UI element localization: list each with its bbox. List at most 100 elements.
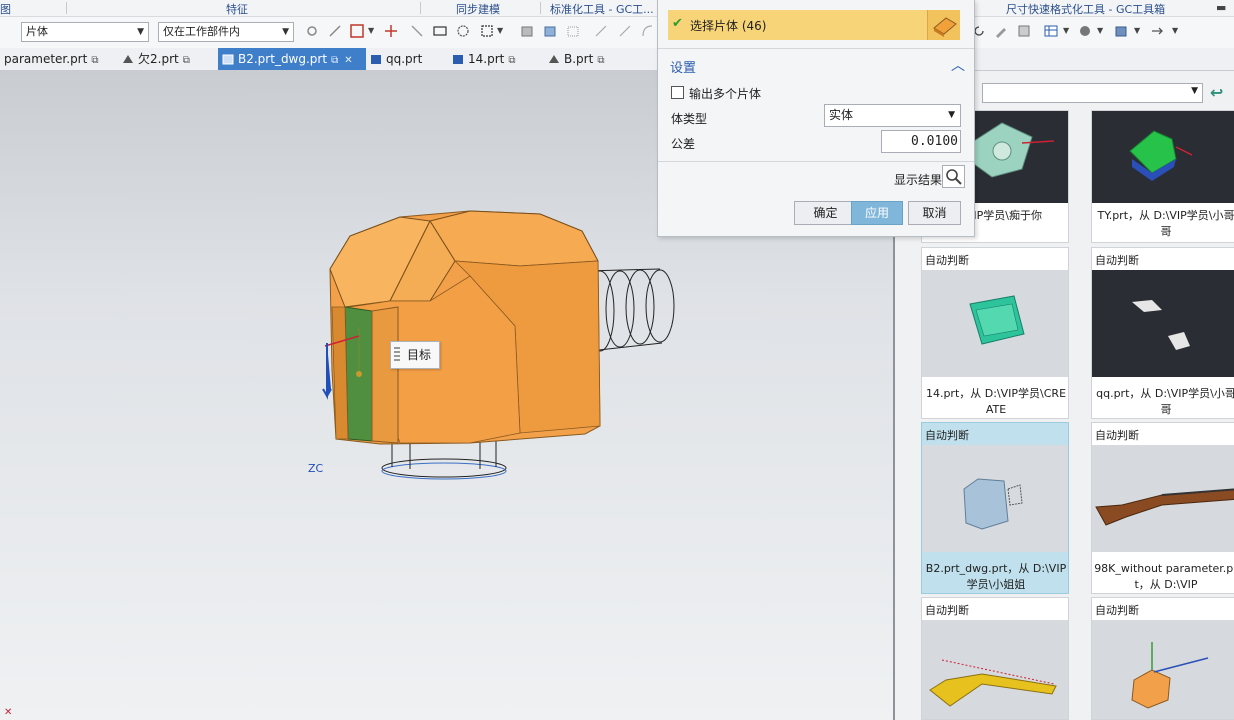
minimize-icon[interactable]: ▬ [1216, 1, 1226, 14]
select-all-icon[interactable] [410, 24, 424, 38]
ribbon-group-std-tools[interactable]: 标准化工具 - GC工... [550, 1, 654, 17]
chevron-down-icon[interactable]: ▼ [1134, 26, 1140, 35]
wireframe-icon[interactable] [566, 24, 580, 38]
chevron-up-icon[interactable]: ︿ [951, 55, 965, 75]
history-card[interactable]: 自动判断 qq.prt，从 D:\VIP学员\小哥哥 [1091, 247, 1234, 419]
history-card[interactable]: 自动判断 [921, 597, 1069, 720]
table-icon[interactable] [1044, 24, 1058, 38]
chevron-down-icon[interactable]: ▼ [497, 26, 503, 35]
scope-filter-select[interactable]: 仅在工作部件内 ▼ [158, 22, 294, 42]
chevron-down-icon: ▼ [282, 27, 289, 37]
chevron-down-icon[interactable]: ▼ [368, 26, 374, 35]
settings-section-title[interactable]: 设置 [670, 57, 696, 76]
face-rule-icon[interactable] [350, 24, 364, 38]
history-card[interactable]: TY.prt，从 D:\VIP学员\小哥哥 [1091, 110, 1234, 243]
back-arrow-icon[interactable]: ↩ [1210, 83, 1223, 102]
ribbon-separator [540, 2, 541, 14]
part-thumbnail [1092, 620, 1234, 719]
external-link-icon[interactable]: ⧉ [508, 55, 515, 66]
cube-icon[interactable] [543, 24, 557, 38]
history-card-header: 自动判断 [1095, 604, 1139, 617]
chevron-down-icon: ▼ [948, 110, 955, 120]
line-icon[interactable] [594, 24, 608, 38]
part-file-icon [549, 55, 559, 63]
chevron-down-icon[interactable]: ▼ [1172, 26, 1178, 35]
type-filter-select[interactable]: 片体 ▼ [21, 22, 149, 42]
chevron-down-icon: ▼ [137, 27, 144, 37]
cancel-button[interactable]: 取消 [908, 201, 961, 225]
history-card[interactable]: 自动判断 14.prt，从 D:\VIP学员\CREATE [921, 247, 1069, 419]
history-card-header: 自动判断 [925, 254, 969, 267]
orient-icon[interactable] [1150, 24, 1164, 38]
ribbon-group-feature[interactable]: 特征 [226, 1, 248, 17]
ribbon-group-view[interactable]: 图 [0, 1, 11, 17]
external-link-icon[interactable]: ⧉ [597, 55, 604, 66]
apply-button[interactable]: 应用 [851, 201, 903, 225]
history-card-caption: qq.prt，从 D:\VIP学员\小哥哥 [1096, 387, 1234, 416]
tab-14[interactable]: 14.prt ⧉ [448, 48, 534, 70]
show-result-label: 显示结果 [894, 173, 943, 187]
select-sheet-row[interactable]: ✔ 选择片体 (46) [668, 10, 960, 40]
wireframe-base [381, 441, 507, 480]
divider [658, 161, 974, 162]
ok-button[interactable]: 确定 [794, 201, 857, 225]
external-link-icon[interactable]: ⧉ [183, 55, 190, 66]
add-selection-icon[interactable] [384, 24, 398, 38]
close-icon[interactable]: ✕ [344, 55, 352, 66]
body-type-select[interactable]: 实体 ▼ [824, 104, 961, 127]
history-filter-select[interactable]: ▼ [982, 83, 1203, 103]
edit-icon[interactable] [994, 24, 1008, 38]
tab-b2-dwg[interactable]: B2.prt_dwg.prt ⧉ ✕ [218, 48, 366, 70]
sew-sheet-dialog: ✔ 选择片体 (46) 设置 ︿ 输出多个片体 体类型 实体 ▼ 公差 0.01… [657, 0, 975, 237]
sheet-body-icon [933, 17, 957, 37]
part-thumbnail [922, 620, 1068, 719]
drag-handle-icon[interactable] [394, 347, 400, 363]
multi-body-label: 输出多个片体 [689, 87, 762, 101]
select-sheet-button[interactable] [927, 10, 960, 40]
part-file-icon [123, 55, 133, 63]
ribbon-group-dim-format[interactable]: 尺寸快速格式化工具 - GC工具箱 [1006, 1, 1165, 17]
part-thumbnail [1092, 445, 1234, 552]
ribbon-group-bar: 图 特征 同步建模 标准化工具 - GC工... 尺寸快速格式化工具 - GC工… [0, 0, 1234, 17]
lasso-select-icon[interactable] [456, 24, 470, 38]
ribbon-group-sync-modeling[interactable]: 同步建模 [456, 1, 500, 17]
external-link-icon[interactable]: ⧉ [331, 55, 338, 66]
solid-body-icon[interactable] [520, 24, 534, 38]
tab-label: B2.prt_dwg.prt [238, 52, 328, 66]
body-type-label: 体类型 [671, 112, 708, 126]
chevron-down-icon[interactable]: ▼ [1063, 26, 1069, 35]
tab-qq[interactable]: qq.prt [366, 48, 442, 70]
external-link-icon[interactable]: ⧉ [91, 55, 98, 66]
ribbon-separator [66, 2, 67, 14]
part-thumbnail [1092, 111, 1234, 203]
layer-icon[interactable] [1017, 24, 1031, 38]
chevron-down-icon[interactable]: ▼ [1097, 26, 1103, 35]
show-result-button[interactable] [942, 165, 965, 188]
curve-rule-icon[interactable] [328, 24, 342, 38]
arc-icon[interactable] [640, 24, 654, 38]
snap-point-icon[interactable] [305, 24, 319, 38]
tolerance-input[interactable]: 0.0100 [881, 130, 961, 153]
tab-qian2[interactable]: 欠2.prt ⧉ [118, 48, 216, 70]
history-card-header: 自动判断 [925, 604, 969, 617]
history-card[interactable]: 自动判断 98K_without parameter.prt，从 D:\VIP [1091, 422, 1234, 594]
tab-parameter[interactable]: parameter.prt ⧉ [0, 48, 112, 70]
history-card-header: 自动判断 [1095, 429, 1139, 442]
divider [658, 48, 974, 49]
magnifier-icon [946, 169, 962, 185]
history-card[interactable]: 自动判断 [1091, 597, 1234, 720]
line-icon[interactable] [618, 24, 632, 38]
box-select-icon[interactable] [480, 24, 494, 38]
part-thumbnail [922, 270, 1068, 377]
multi-body-checkbox[interactable] [671, 86, 684, 99]
history-card-header: 自动判断 [1095, 254, 1139, 267]
view-cube-icon[interactable] [1114, 24, 1128, 38]
tab-label: qq.prt [386, 52, 423, 66]
history-card-caption: TY.prt，从 D:\VIP学员\小哥哥 [1097, 209, 1234, 238]
shading-icon[interactable] [1078, 24, 1092, 38]
history-card-selected[interactable]: 自动判断 B2.prt_dwg.prt，从 D:\VIP学员\小姐姐 [921, 422, 1069, 594]
tab-b[interactable]: B.prt ⧉ [544, 48, 634, 70]
rectangle-select-icon[interactable] [433, 24, 447, 38]
select-sheet-label: 选择片体 (46) [690, 19, 767, 33]
origin-marker-icon: ✕ [4, 707, 13, 718]
